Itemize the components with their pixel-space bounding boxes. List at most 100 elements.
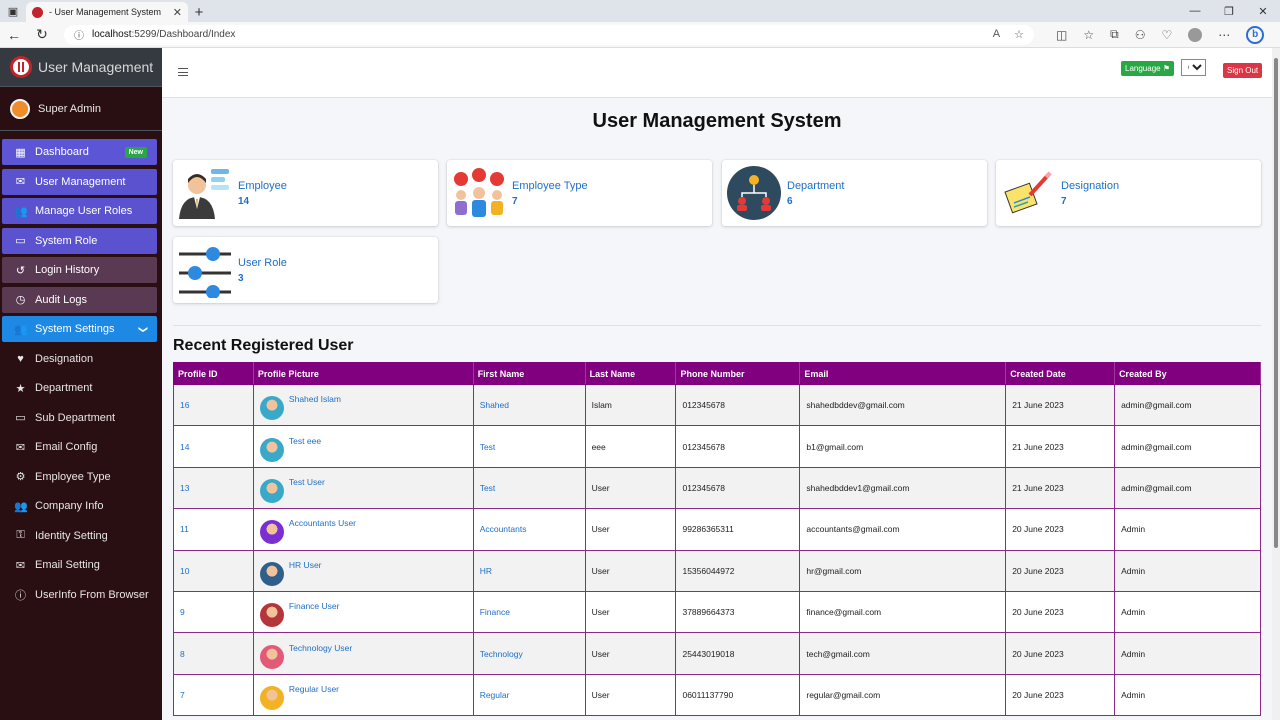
department-card[interactable]: Department 6 <box>722 160 987 226</box>
close-tab-icon[interactable]: ✕ <box>173 6 182 19</box>
first-name-link[interactable]: HR <box>472 549 586 592</box>
user-name-link[interactable]: Shahed Islam <box>289 394 341 404</box>
column-header[interactable]: Created Date <box>1005 362 1116 385</box>
user-name-link[interactable]: Accountants User <box>289 518 356 528</box>
profile-id-link[interactable]: 10 <box>173 549 254 592</box>
sidebar-item-dashboard[interactable]: ▦ Dashboard New <box>2 139 157 165</box>
sidebar-item-manage-user-roles[interactable]: 👥 Manage User Roles <box>2 198 157 224</box>
collections-icon[interactable]: ⧉ <box>1110 27 1119 42</box>
split-screen-icon[interactable]: ◫ <box>1056 28 1067 42</box>
read-aloud-icon[interactable]: A <box>993 28 1000 41</box>
signout-button[interactable]: Sign Out <box>1223 63 1263 78</box>
phone-cell: 06011137790 <box>675 673 801 717</box>
sidebar-item-designation[interactable]: ♥ Designation <box>2 346 157 372</box>
sidebar-item-email-setting[interactable]: ✉ Email Setting <box>2 552 157 578</box>
history-icon: ↺ <box>15 264 26 277</box>
employee-type-card[interactable]: Employee Type 7 <box>447 160 712 226</box>
user-name-link[interactable]: HR User <box>289 560 322 570</box>
page-scrollbar[interactable] <box>1272 48 1280 720</box>
profile-id-link[interactable]: 9 <box>173 590 254 634</box>
copilot-icon[interactable]: b <box>1246 25 1265 44</box>
designation-card[interactable]: Designation 7 <box>996 160 1261 226</box>
close-window-icon[interactable]: ✕ <box>1246 0 1280 22</box>
profile-id-link[interactable]: 14 <box>173 425 254 468</box>
browser-tab[interactable]: - User Management System ✕ <box>26 2 188 22</box>
profile-id-link[interactable]: 13 <box>173 466 254 510</box>
column-header[interactable]: Profile ID <box>173 362 254 385</box>
url-field[interactable]: ⓘ localhost:5299/Dashboard/Index A ☆ <box>64 24 1034 45</box>
profile-id-link[interactable]: 16 <box>173 383 254 427</box>
user-name-link[interactable]: Technology User <box>289 643 352 653</box>
designation-card-label: Designation <box>1061 180 1120 192</box>
first-name-link[interactable]: Technology <box>472 632 586 675</box>
more-icon[interactable]: ⋯ <box>1218 28 1230 42</box>
sidebar-item-identity-setting[interactable]: ⚿ Identity Setting <box>2 523 157 549</box>
brand-link[interactable]: User Management <box>0 48 162 87</box>
first-name-link[interactable]: Regular <box>472 673 586 717</box>
back-icon[interactable]: ← <box>0 27 28 43</box>
sidebar-item-system-role[interactable]: ▭ System Role <box>2 227 157 254</box>
refresh-icon[interactable]: ↻ <box>28 26 56 43</box>
profile-id-link[interactable]: 8 <box>173 632 254 675</box>
user-name-link[interactable]: Test eee <box>289 436 321 446</box>
favorites-icon[interactable]: ☆ <box>1083 28 1094 42</box>
table-row[interactable]: 11 Accountants User Accountants User 9928636… <box>173 508 1261 551</box>
profile-id-link[interactable]: 7 <box>173 673 254 717</box>
profile-avatar-icon[interactable] <box>1188 27 1203 42</box>
scrollbar-thumb[interactable] <box>1274 58 1278 548</box>
sidebar-item-user-management[interactable]: ✉ User Management <box>2 168 157 195</box>
column-header[interactable]: First Name <box>472 362 586 385</box>
window-menu-icon[interactable]: ▣ <box>0 0 26 22</box>
profile-id-link[interactable]: 11 <box>173 508 254 551</box>
user-avatar <box>259 520 284 545</box>
first-name-link[interactable]: Test <box>472 466 586 510</box>
user-avatar <box>259 644 284 669</box>
table-row[interactable]: 7 Regular User Regular User 06011137790 regul… <box>173 673 1261 717</box>
column-header[interactable]: Email <box>799 362 1007 385</box>
table-row[interactable]: 8 Technology User Technology User 2544301901… <box>173 632 1261 675</box>
sidebar-item-login-history[interactable]: ↺ Login History <box>2 257 157 283</box>
hamburger-menu-icon[interactable] <box>178 68 188 76</box>
column-header[interactable]: Phone Number <box>675 362 801 385</box>
sidebar-item-employee-type[interactable]: ⚙ Employee Type <box>2 464 157 490</box>
first-name-link[interactable]: Finance <box>472 590 586 634</box>
sidebar-item-sub-department[interactable]: ▭ Sub Department <box>2 405 157 431</box>
user-panel[interactable]: Super Admin <box>0 87 162 131</box>
user-name-link[interactable]: Test User <box>289 477 325 487</box>
user-name-link[interactable]: Regular User <box>289 684 339 694</box>
sidebar-item-userinfo-from-browser[interactable]: ⓘ UserInfo From Browser <box>2 582 157 608</box>
language-select[interactable]: en <box>1181 59 1206 76</box>
tab-title: - User Management System <box>49 7 162 17</box>
recent-users-table: Profile ID Profile Picture First Name Last … <box>173 362 1261 717</box>
table-row[interactable]: 9 Finance User Finance User 37889664373 finan… <box>173 590 1261 634</box>
info-icon[interactable]: ⓘ <box>74 27 84 42</box>
user-role-card[interactable]: User Role 3 <box>173 237 438 303</box>
sidebar-item-label: Manage User Roles <box>35 205 133 217</box>
table-row[interactable]: 10 HR User HR User 15356044972 hr@gmail.com 20… <box>173 549 1261 592</box>
column-header[interactable]: Last Name <box>584 362 677 385</box>
table-row[interactable]: 14 Test eee Test eee 012345678 b1@gmail.com 21… <box>173 425 1261 468</box>
extensions-icon[interactable]: ⚇ <box>1135 28 1146 42</box>
sidebar-item-audit-logs[interactable]: ◷ Audit Logs <box>2 286 157 313</box>
browser-essentials-icon[interactable]: ♡ <box>1161 28 1172 42</box>
user-name-link[interactable]: Finance User <box>289 601 340 611</box>
table-row[interactable]: 16 Shahed Islam Shahed Islam 012345678 shahed… <box>173 383 1261 427</box>
sidebar-item-department[interactable]: ★ Department <box>2 375 157 401</box>
favorite-star-icon[interactable]: ☆ <box>1014 28 1024 41</box>
phone-cell: 012345678 <box>675 383 801 427</box>
first-name-link[interactable]: Test <box>472 425 586 468</box>
column-header[interactable]: Created By <box>1114 362 1261 385</box>
restore-icon[interactable]: ❐ <box>1212 0 1246 22</box>
new-tab-button[interactable]: + <box>188 2 210 22</box>
sidebar-item-email-config[interactable]: ✉ Email Config <box>2 434 157 460</box>
employee-card[interactable]: Employee 14 <box>173 160 438 226</box>
sidebar-item-company-info[interactable]: 👥 Company Info <box>2 493 157 519</box>
column-header[interactable]: Profile Picture <box>252 362 474 385</box>
first-name-link[interactable]: Accountants <box>472 508 586 551</box>
first-name-link[interactable]: Shahed <box>472 383 586 427</box>
sidebar-item-system-settings[interactable]: 👥 System Settings ❯ <box>2 316 157 342</box>
table-row[interactable]: 13 Test User Test User 012345678 shahedbddev1… <box>173 466 1261 510</box>
minimize-icon[interactable]: — <box>1178 0 1212 22</box>
language-button[interactable]: Language ⚑ <box>1121 61 1174 76</box>
chevron-down-icon: ❯ <box>138 325 149 333</box>
